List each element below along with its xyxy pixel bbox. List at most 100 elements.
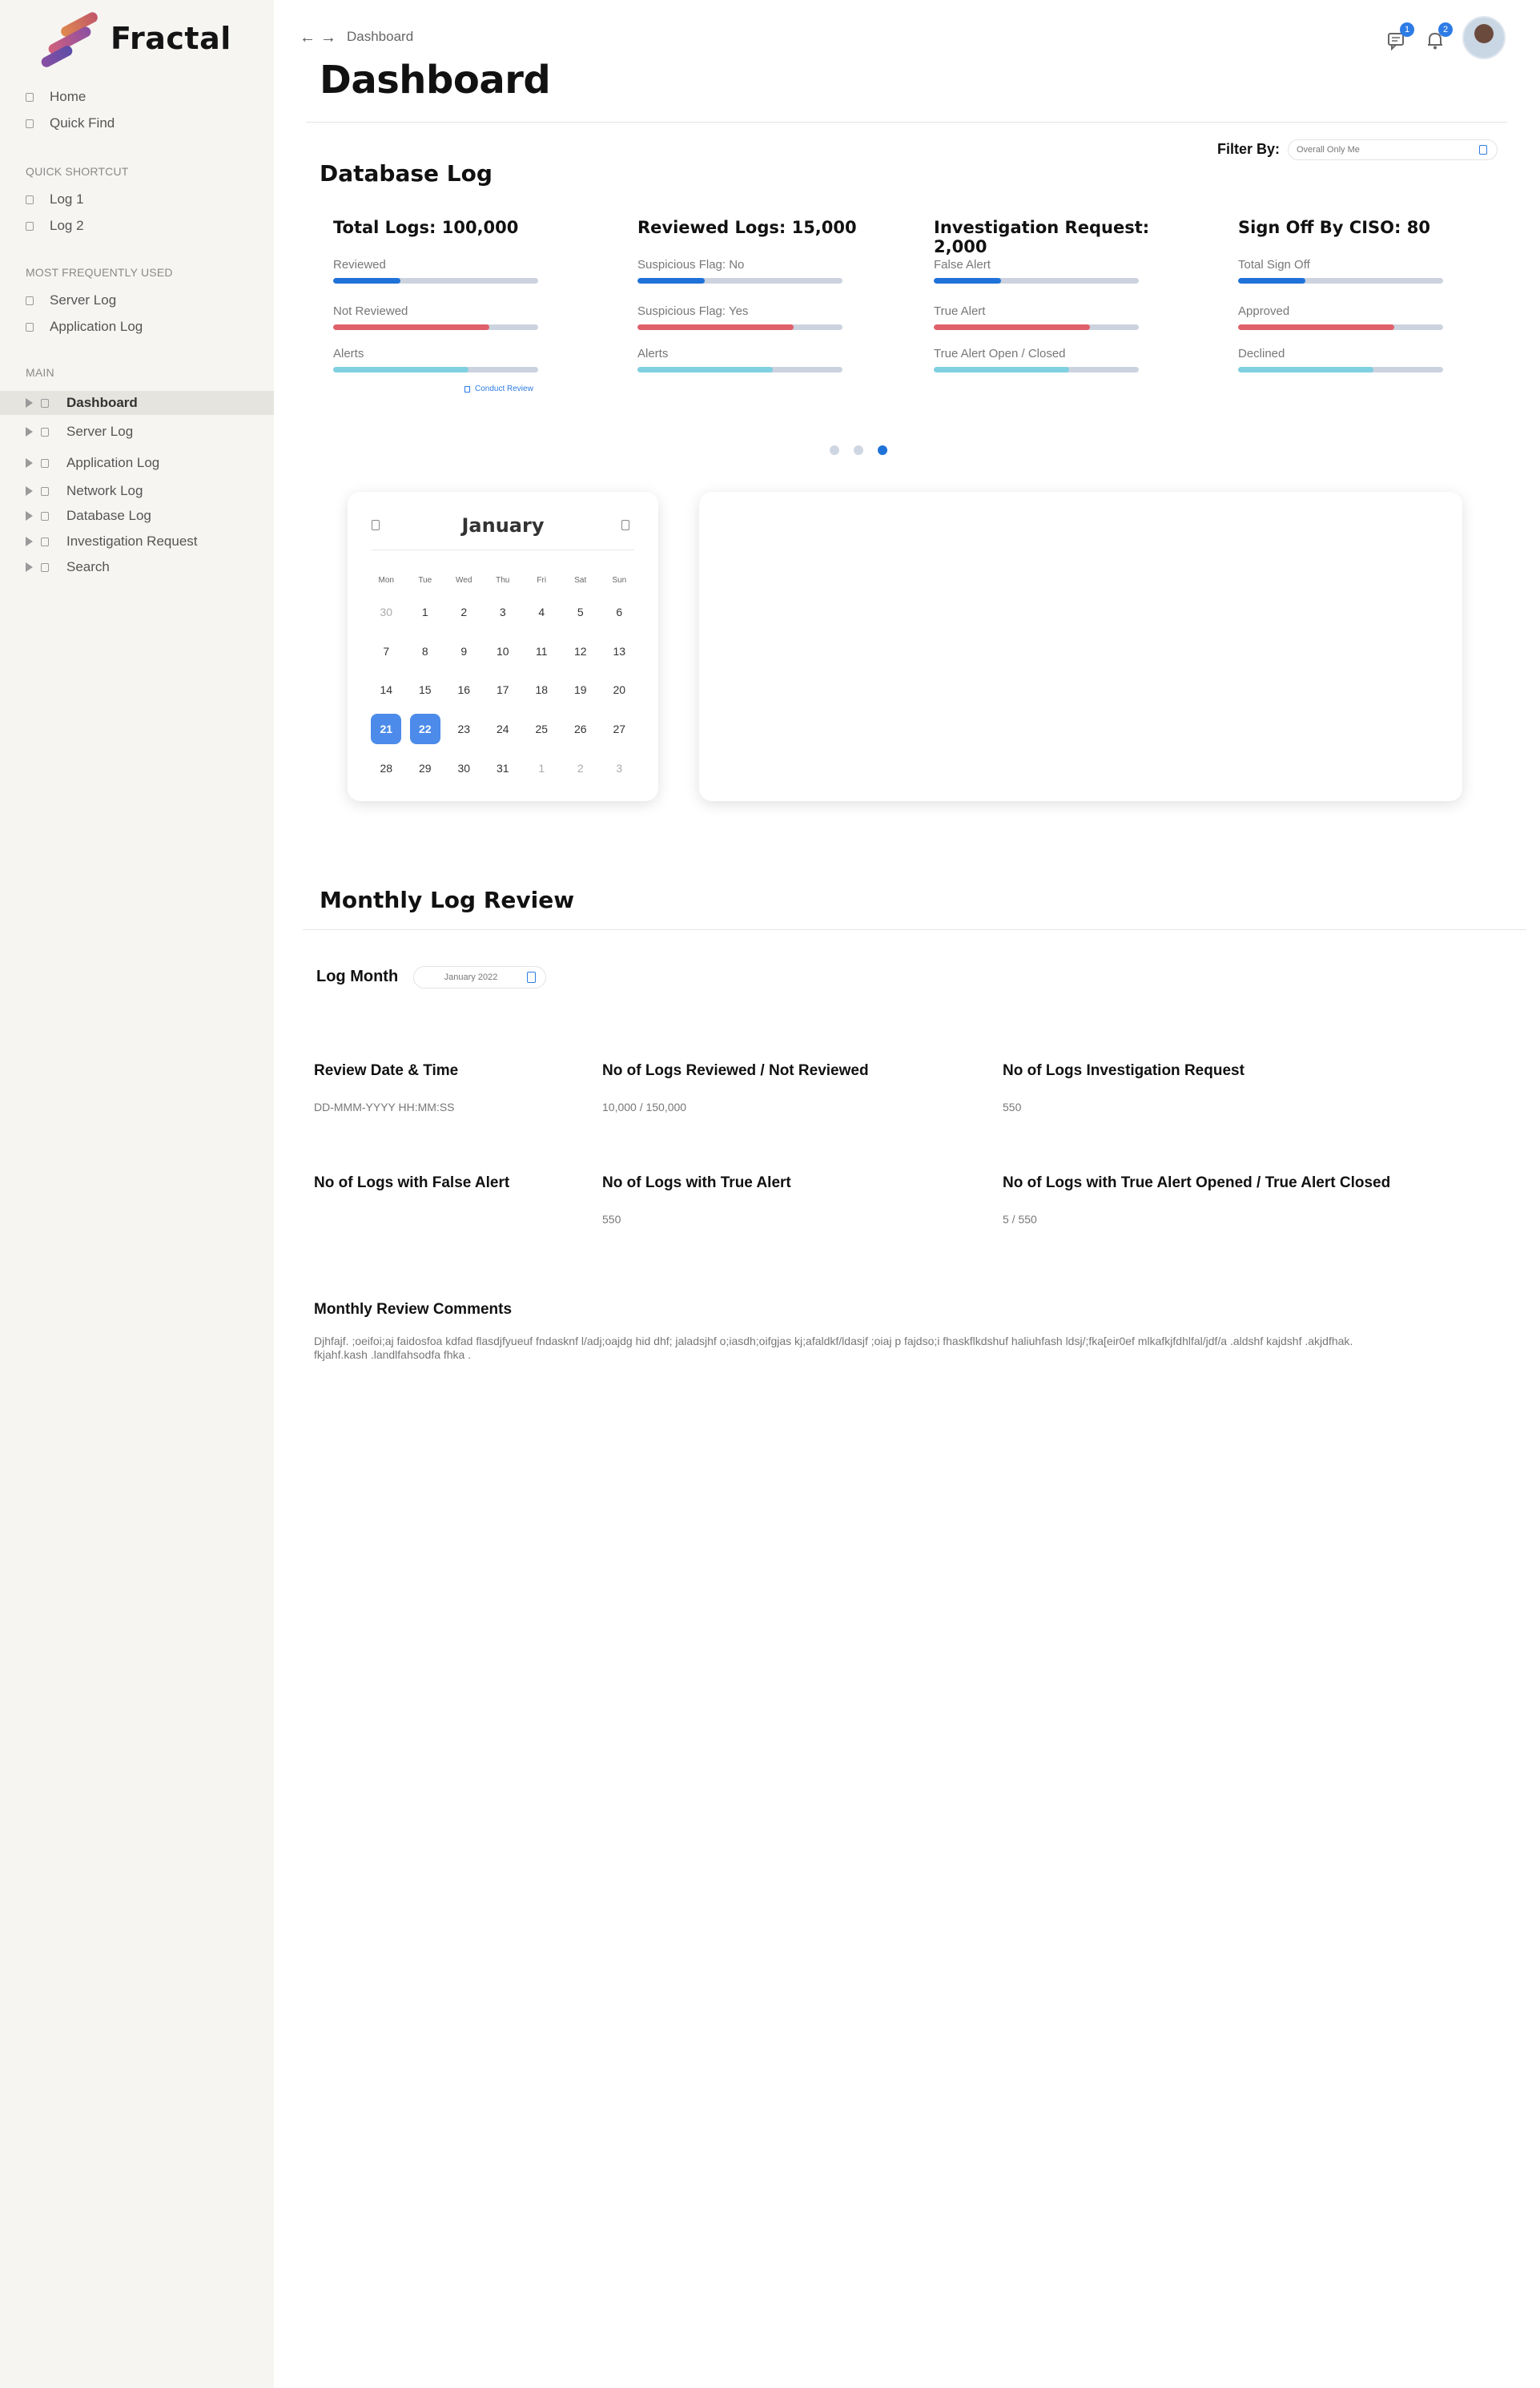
back-arrow-icon[interactable]: ← <box>300 29 316 47</box>
expand-arrow-icon[interactable] <box>26 458 33 468</box>
calendar-day[interactable]: 9 <box>444 632 484 671</box>
expand-arrow-icon[interactable] <box>26 486 33 496</box>
sidebar-item-application-log[interactable]: Application Log <box>26 316 143 337</box>
calendar-day[interactable]: 3 <box>600 748 639 787</box>
calendar-day[interactable]: 2 <box>444 593 484 632</box>
calendar-day[interactable]: 31 <box>484 748 523 787</box>
calendar-day[interactable]: 28 <box>367 748 406 787</box>
sidebar-item-network-log[interactable]: Network Log <box>0 479 274 503</box>
sidebar-item-label: Log 2 <box>50 218 84 233</box>
sidebar-item-dashboard[interactable]: Dashboard <box>0 391 274 415</box>
calendar-day[interactable]: 15 <box>406 670 445 710</box>
weekday-label: Sun <box>612 576 627 585</box>
progress-fill <box>637 367 773 372</box>
carousel-dot[interactable] <box>830 445 839 455</box>
fractal-logo[interactable]: Fractal <box>38 8 231 70</box>
calendar-day-number: 9 <box>460 644 468 658</box>
calendar-day[interactable]: 8 <box>406 632 445 671</box>
stat-metric-label: False Alert <box>934 258 991 272</box>
sidebar-item-server-log[interactable]: Server Log <box>26 290 116 311</box>
weekday-label: Mon <box>378 576 394 585</box>
calendar-day[interactable]: 14 <box>367 670 406 710</box>
calendar-day-number: 18 <box>535 683 549 697</box>
sidebar-item-quick-find[interactable]: Quick Find <box>26 113 115 134</box>
filter-by-select[interactable]: Overall Only Me <box>1288 139 1498 160</box>
calendar-day[interactable]: 26 <box>561 710 601 749</box>
calendar-day[interactable]: 12 <box>561 632 601 671</box>
calendar-day[interactable]: 5 <box>561 593 601 632</box>
calendar-day[interactable]: 29 <box>406 748 445 787</box>
progress-bar <box>934 367 1139 372</box>
conduct-review-link[interactable]: Conduct Review <box>464 385 533 393</box>
expand-arrow-icon[interactable] <box>26 427 33 437</box>
calendar-day-number: 3 <box>616 761 623 775</box>
calendar-day[interactable]: 19 <box>561 670 601 710</box>
calendar-day[interactable]: 24 <box>484 710 523 749</box>
calendar-day[interactable]: 22 <box>406 710 445 749</box>
calendar-day[interactable]: 7 <box>367 632 406 671</box>
carousel-dots <box>830 445 887 455</box>
calendar-day[interactable]: 30 <box>367 593 406 632</box>
calendar-day[interactable]: 13 <box>600 632 639 671</box>
calendar-day[interactable]: 4 <box>522 593 561 632</box>
calendar-day[interactable]: 17 <box>484 670 523 710</box>
expand-arrow-icon[interactable] <box>26 398 33 408</box>
stat-metric: True Alert Open / Closed <box>934 347 1139 372</box>
expand-arrow-icon[interactable] <box>26 511 33 521</box>
calendar-day[interactable]: 20 <box>600 670 639 710</box>
calendar-icon <box>1479 145 1487 155</box>
sidebar-item-investigation-request[interactable]: Investigation Request <box>0 530 274 554</box>
calendar-day-number: 1 <box>421 606 428 619</box>
calendar-day[interactable]: 10 <box>484 632 523 671</box>
sidebar-item-search[interactable]: Search <box>0 555 274 579</box>
log-month-picker[interactable]: January 2022 <box>413 966 546 989</box>
sidebar-item-server-log-main[interactable]: Server Log <box>0 420 274 444</box>
breadcrumb[interactable]: Dashboard <box>347 29 413 45</box>
forward-arrow-icon[interactable]: → <box>320 29 336 47</box>
calendar-day-number: 20 <box>613 683 626 697</box>
calendar-day-number: 21 <box>371 714 402 745</box>
calendar-day[interactable]: 25 <box>522 710 561 749</box>
calendar-day[interactable]: 2 <box>561 748 601 787</box>
sidebar-item-home[interactable]: Home <box>26 87 86 107</box>
calendar-day[interactable]: 30 <box>444 748 484 787</box>
calendar-day[interactable]: 16 <box>444 670 484 710</box>
progress-bar <box>1238 324 1443 330</box>
stat-metric-label: Total Sign Off <box>1238 258 1310 272</box>
calendar-day[interactable]: 23 <box>444 710 484 749</box>
log-month-label: Log Month <box>316 968 399 985</box>
calendar-day[interactable]: 3 <box>484 593 523 632</box>
calendar-day-number: 13 <box>613 644 626 658</box>
calendar-day[interactable]: 11 <box>522 632 561 671</box>
expand-arrow-icon[interactable] <box>26 562 33 572</box>
calendar-day-number: 3 <box>499 606 506 619</box>
sidebar-item-log-2[interactable]: Log 2 <box>26 215 84 236</box>
carousel-dot[interactable] <box>854 445 863 455</box>
calendar-day[interactable]: 18 <box>522 670 561 710</box>
sidebar-item-log-1[interactable]: Log 1 <box>26 189 84 210</box>
calendar-day[interactable]: 1 <box>406 593 445 632</box>
sidebar-item-database-log[interactable]: Database Log <box>0 504 274 528</box>
investigation-icon <box>41 537 49 546</box>
calendar-day[interactable]: 1 <box>522 748 561 787</box>
calendar-day-number: 10 <box>496 644 509 658</box>
progress-bar <box>637 324 842 330</box>
sidebar-item-application-log-main[interactable]: Application Log <box>0 451 274 475</box>
calendar-day[interactable]: 6 <box>600 593 639 632</box>
log-month-value: January 2022 <box>444 973 498 982</box>
expand-arrow-icon[interactable] <box>26 537 33 546</box>
field-value: 550 <box>602 1213 621 1226</box>
progress-bar <box>637 278 842 284</box>
next-month-icon[interactable] <box>621 520 629 530</box>
messages-button[interactable]: 1 <box>1385 22 1414 51</box>
user-avatar[interactable] <box>1462 16 1506 59</box>
calendar-day-number: 15 <box>418 683 432 697</box>
carousel-dot[interactable] <box>878 445 887 455</box>
stat-metric: True Alert <box>934 304 1139 330</box>
sidebar: Fractal Home Quick Find QUICK SHORTCUT L… <box>0 0 274 2388</box>
calendar-day-number: 22 <box>409 714 440 745</box>
calendar-day[interactable]: 21 <box>367 710 406 749</box>
notifications-button[interactable]: 2 <box>1424 22 1453 51</box>
calendar-day[interactable]: 27 <box>600 710 639 749</box>
sidebar-item-label: Server Log <box>66 424 134 439</box>
